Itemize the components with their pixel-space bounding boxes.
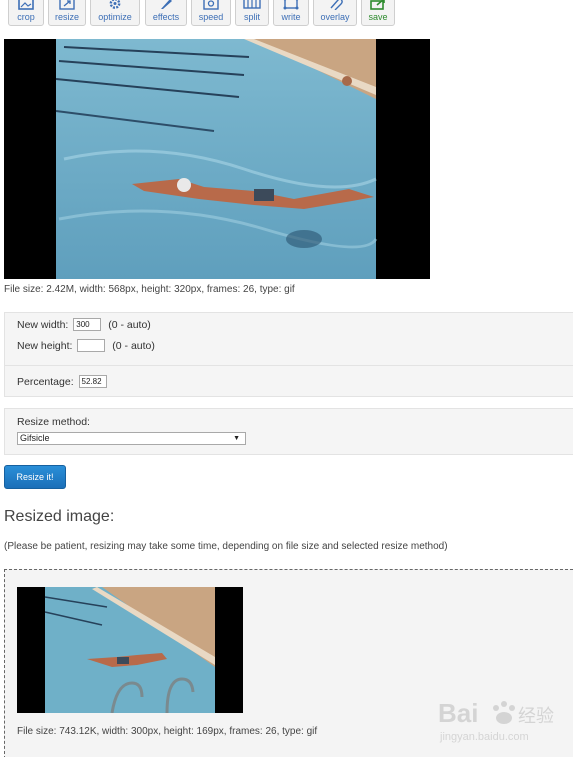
tool-label: resize xyxy=(54,12,79,22)
save-icon xyxy=(370,0,385,10)
percentage-input[interactable]: 52.82 xyxy=(78,375,107,388)
tool-overlay-button[interactable]: overlay xyxy=(313,0,357,26)
percentage-label: Percentage: xyxy=(17,375,74,388)
svg-text:jingyan.baidu.com: jingyan.baidu.com xyxy=(439,731,529,743)
preview-image xyxy=(4,39,430,279)
tool-resize-button[interactable]: resize xyxy=(48,0,86,26)
swimmer-thumbnail xyxy=(17,587,243,713)
resized-file-info: File size: 743.12K, width: 300px, height… xyxy=(17,726,318,737)
tool-label: crop xyxy=(17,12,35,22)
tool-label: split xyxy=(243,12,260,22)
new-width-row: New width: 300 (0 - auto) xyxy=(17,318,151,331)
tool-split-button[interactable]: split xyxy=(235,0,269,26)
new-height-row: New height: (0 - auto) xyxy=(17,339,155,352)
brush-icon xyxy=(161,0,172,9)
panel-divider xyxy=(5,365,573,366)
resize-icon xyxy=(59,0,75,10)
tool-label: optimize xyxy=(98,12,132,22)
result-note: (Please be patient, resizing may take so… xyxy=(4,541,448,552)
tool-effects-button[interactable]: effects xyxy=(145,0,187,26)
tool-save-button[interactable]: save xyxy=(361,0,395,26)
tool-label: effects xyxy=(152,12,180,22)
method-select[interactable]: Gifsicle ▼ xyxy=(17,432,246,445)
baidu-logo-icon: Bai 经验 jingyan.baidu.com xyxy=(438,698,554,743)
toolbar: crop resize optimize effects speed split… xyxy=(0,0,573,28)
text-icon xyxy=(283,0,299,10)
tool-write-button[interactable]: write xyxy=(273,0,309,26)
method-panel: Resize method: Gifsicle ▼ xyxy=(4,408,573,455)
gear-icon xyxy=(109,0,121,9)
tool-label: write xyxy=(281,12,301,22)
new-width-hint: (0 - auto) xyxy=(108,318,151,331)
new-height-hint: (0 - auto) xyxy=(112,339,155,352)
tool-label: overlay xyxy=(320,12,350,22)
tool-speed-button[interactable]: speed xyxy=(191,0,231,26)
tool-label: speed xyxy=(198,12,224,22)
svg-text:Bai: Bai xyxy=(438,698,478,728)
resized-image xyxy=(17,587,243,713)
crop-icon xyxy=(18,0,34,10)
tool-crop-button[interactable]: crop xyxy=(8,0,44,26)
film-icon xyxy=(243,0,261,9)
resize-button[interactable]: Resize it! xyxy=(4,465,66,489)
tool-optimize-button[interactable]: optimize xyxy=(90,0,140,26)
result-title: Resized image: xyxy=(4,508,115,525)
new-height-label: New height: xyxy=(17,339,73,352)
preview-file-info: File size: 2.42M, width: 568px, height: … xyxy=(4,284,295,295)
paperclip-icon xyxy=(330,0,343,10)
percentage-row: Percentage: 52.82 xyxy=(17,375,107,388)
method-label: Resize method: xyxy=(17,416,90,428)
baidu-watermark: Bai 经验 jingyan.baidu.com xyxy=(438,694,568,746)
new-width-label: New width: xyxy=(17,318,69,331)
chevron-down-icon: ▼ xyxy=(233,435,240,442)
tool-label: save xyxy=(368,12,388,22)
dimensions-panel: New width: 300 (0 - auto) New height: (0… xyxy=(4,312,573,397)
svg-text:经验: 经验 xyxy=(518,706,554,727)
new-width-input[interactable]: 300 xyxy=(73,318,102,331)
swimmer-image xyxy=(4,39,430,279)
speed-icon xyxy=(203,0,219,10)
new-height-input[interactable] xyxy=(77,339,106,352)
method-select-value: Gifsicle xyxy=(20,433,50,443)
